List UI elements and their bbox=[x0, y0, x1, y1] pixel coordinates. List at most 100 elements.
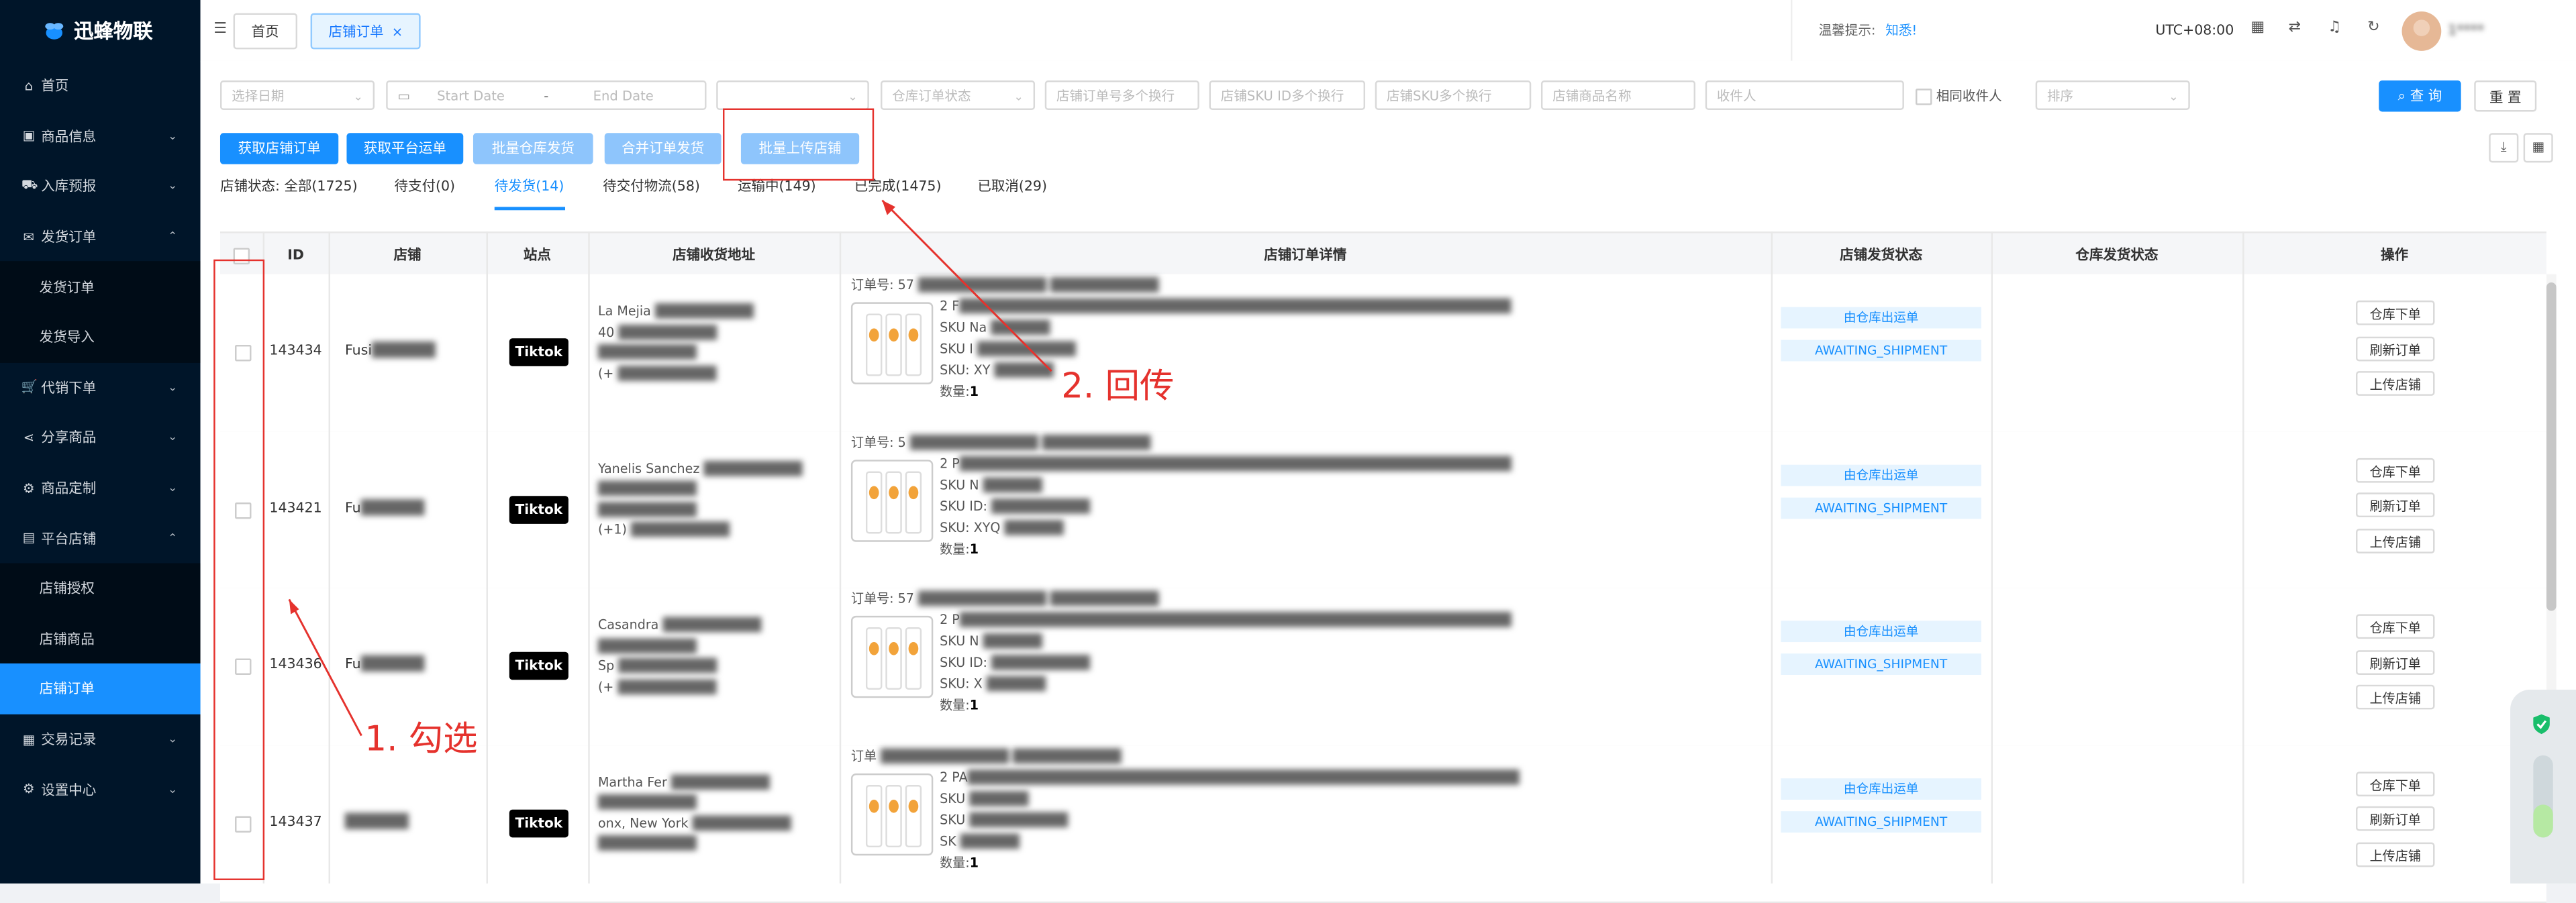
table-row[interactable]: 143437 ██████ Tiktok Martha Fer ██████████ … bbox=[219, 745, 2546, 903]
sidebar-item-label: 店铺商品 bbox=[39, 630, 95, 647]
status-tab-all[interactable]: 店铺状态: 全部(1725) bbox=[220, 176, 358, 195]
notice-label: 温馨提示: bbox=[1818, 23, 1876, 38]
search-icon: ⌕ bbox=[2397, 87, 2406, 104]
sidebar-item[interactable]: ▣ 商品信息 ⌄ bbox=[0, 111, 201, 161]
sku-id-textarea[interactable]: 店铺SKU ID多个换行 bbox=[1209, 80, 1366, 110]
column-settings-icon[interactable]: ▦ bbox=[2523, 133, 2553, 163]
chevron-up-icon: ⌃ bbox=[167, 531, 178, 545]
sidebar-item[interactable]: 发货订单 bbox=[0, 262, 201, 312]
detail-text: 2 F bbox=[940, 299, 960, 314]
same-recipient-label: 相同收件人 bbox=[1936, 89, 2002, 104]
refresh-order-button[interactable]: 刷新订单 bbox=[2356, 806, 2435, 831]
warehouse-status-select[interactable]: 仓库订单状态 ⌄ bbox=[880, 80, 1036, 110]
download-icon[interactable]: ⤓ bbox=[2489, 133, 2519, 163]
warehouse-order-button[interactable]: 仓库下单 bbox=[2356, 457, 2435, 482]
redacted-text: ████████████████████████████████████████… bbox=[959, 299, 1512, 314]
detail-line: SKU: XYQ ██████ bbox=[851, 517, 1512, 538]
cart-icon: 🛒 bbox=[21, 380, 38, 395]
date-type-select[interactable]: 选择日期 ⌄ bbox=[219, 80, 375, 110]
same-recipient-checkbox[interactable]: 相同收件人 bbox=[1916, 87, 2002, 105]
status-tab-pending-ship[interactable]: 待发货(14) bbox=[495, 176, 564, 195]
avatar[interactable] bbox=[2401, 11, 2442, 51]
date-type-placeholder: 选择日期 bbox=[232, 89, 285, 104]
warehouse-order-button[interactable]: 仓库下单 bbox=[2356, 771, 2435, 796]
column-divider bbox=[588, 231, 590, 884]
sidebar-item[interactable]: ▤ 平台店铺 ⌃ bbox=[0, 513, 201, 564]
table-row[interactable]: 143421 Fu██████ Tiktok Yanelis Sanchez ████… bbox=[219, 431, 2546, 590]
table-row[interactable]: 143436 Fu██████ Tiktok Casandra ██████████ … bbox=[219, 588, 2546, 747]
close-icon[interactable]: × bbox=[392, 25, 403, 40]
sidebar-item[interactable]: 店铺授权 bbox=[0, 563, 201, 614]
sidebar-item[interactable]: ✉ 发货订单 ⌃ bbox=[0, 211, 201, 262]
bell-icon[interactable]: ♫ bbox=[2328, 19, 2341, 36]
upload-store-button[interactable]: 上传店铺 bbox=[2356, 527, 2435, 553]
sidebar-item[interactable]: ⛟ 入库预报 ⌄ bbox=[0, 161, 201, 211]
store-select[interactable]: ⌄ bbox=[716, 80, 869, 110]
sidebar-item[interactable]: ⌂ 首页 bbox=[0, 61, 201, 111]
tab-store-orders[interactable]: 店铺订单 × bbox=[310, 13, 422, 50]
tab-home[interactable]: 首页 bbox=[233, 13, 297, 50]
scrollbar-thumb[interactable] bbox=[2546, 282, 2557, 611]
warehouse-order-button[interactable]: 仓库下单 bbox=[2356, 300, 2435, 325]
column-header: 站点 bbox=[523, 246, 551, 263]
status-tab-pending-logistics[interactable]: 待交付物流(58) bbox=[603, 176, 700, 195]
ship-status-badge: AWAITING_SHIPMENT bbox=[1781, 339, 1981, 362]
get-platform-waybill-button[interactable]: 获取平台运单 bbox=[346, 133, 464, 164]
floating-panel[interactable] bbox=[2510, 690, 2576, 884]
reset-button[interactable]: 重 置 bbox=[2474, 80, 2537, 112]
address-text: Yanelis Sanchez bbox=[597, 460, 700, 476]
recipient-input[interactable]: 收件人 bbox=[1705, 80, 1904, 110]
menu-fold-icon[interactable]: ☰ bbox=[213, 21, 227, 38]
refresh-order-button[interactable]: 刷新订单 bbox=[2356, 492, 2435, 518]
column-divider bbox=[839, 231, 842, 884]
refresh-order-button[interactable]: 刷新订单 bbox=[2356, 335, 2435, 361]
notice-link[interactable]: 知悉! bbox=[1885, 23, 1917, 38]
product-name-input[interactable]: 店铺商品名称 bbox=[1540, 80, 1696, 110]
sidebar-item-label: 店铺授权 bbox=[39, 580, 95, 597]
sidebar-item[interactable]: ⚙ 设置中心 ⌄ bbox=[0, 764, 201, 814]
chevron-down-icon: ⌄ bbox=[167, 782, 178, 796]
sidebar-item[interactable]: 发货导入 bbox=[0, 311, 201, 362]
sku-textarea[interactable]: 店铺SKU多个换行 bbox=[1375, 80, 1532, 110]
redacted-text: ██████████ bbox=[658, 617, 762, 633]
date-range-picker[interactable]: ▭ Start Date - End Date bbox=[386, 80, 707, 110]
username[interactable]: 1**** bbox=[2448, 21, 2484, 38]
sidebar-item-label: 首页 bbox=[41, 77, 69, 95]
sidebar-item[interactable]: ▦ 交易记录 ⌄ bbox=[0, 714, 201, 764]
checkbox[interactable] bbox=[1916, 87, 1932, 105]
translate-icon[interactable]: ⇄ bbox=[2289, 19, 2301, 36]
order-no-textarea[interactable]: 店铺订单号多个换行 bbox=[1044, 80, 1199, 110]
redacted-text: ██████████ bbox=[965, 812, 1069, 827]
upload-store-button[interactable]: 上传店铺 bbox=[2356, 841, 2435, 867]
redacted-text: ██████████ bbox=[614, 658, 717, 674]
detail-text: SKU bbox=[940, 812, 966, 827]
upload-store-button[interactable]: 上传店铺 bbox=[2356, 371, 2435, 396]
sidebar-item[interactable]: ⋖ 分享商品 ⌄ bbox=[0, 413, 201, 463]
redacted-text: ██████ bbox=[360, 655, 425, 672]
get-store-orders-button[interactable]: 获取店铺订单 bbox=[219, 133, 339, 164]
status-tab-cancelled[interactable]: 已取消(29) bbox=[977, 176, 1047, 195]
end-date-input[interactable]: End Date bbox=[593, 82, 654, 108]
start-date-input[interactable]: Start Date bbox=[437, 82, 505, 108]
status-tab-unpaid[interactable]: 待支付(0) bbox=[394, 176, 455, 195]
sidebar-item[interactable]: ⚙ 商品定制 ⌄ bbox=[0, 463, 201, 513]
query-button[interactable]: ⌕ 查 询 bbox=[2379, 80, 2461, 112]
sidebar-item[interactable]: 店铺订单 bbox=[0, 663, 201, 714]
ship-status-badge: AWAITING_SHIPMENT bbox=[1781, 810, 1981, 832]
app-logo[interactable]: 迅蜂物联 bbox=[0, 0, 201, 61]
active-tab-indicator bbox=[494, 207, 566, 211]
upload-store-button[interactable]: 上传店铺 bbox=[2356, 684, 2435, 710]
table-row[interactable]: 143434 Fusi██████ Tiktok La Mejia █████████… bbox=[219, 274, 2546, 433]
merge-order-ship-button[interactable]: 合并订单发货 bbox=[604, 133, 722, 164]
detail-text: SKU I bbox=[940, 341, 973, 357]
refresh-order-button[interactable]: 刷新订单 bbox=[2356, 649, 2435, 674]
warehouse-order-button[interactable]: 仓库下单 bbox=[2356, 614, 2435, 639]
shield-icon[interactable] bbox=[2530, 712, 2553, 735]
sidebar-item[interactable]: 🛒 代销下单 ⌄ bbox=[0, 362, 201, 413]
sidebar-item[interactable]: 店铺商品 bbox=[0, 613, 201, 664]
batch-warehouse-ship-button[interactable]: 批量仓库发货 bbox=[473, 133, 593, 164]
calendar-icon: ▭ bbox=[397, 89, 410, 104]
grid-icon[interactable]: ▦ bbox=[2250, 19, 2265, 36]
refresh-icon[interactable]: ↻ bbox=[2367, 19, 2379, 36]
sort-select[interactable]: 排序 ⌄ bbox=[2035, 80, 2190, 110]
